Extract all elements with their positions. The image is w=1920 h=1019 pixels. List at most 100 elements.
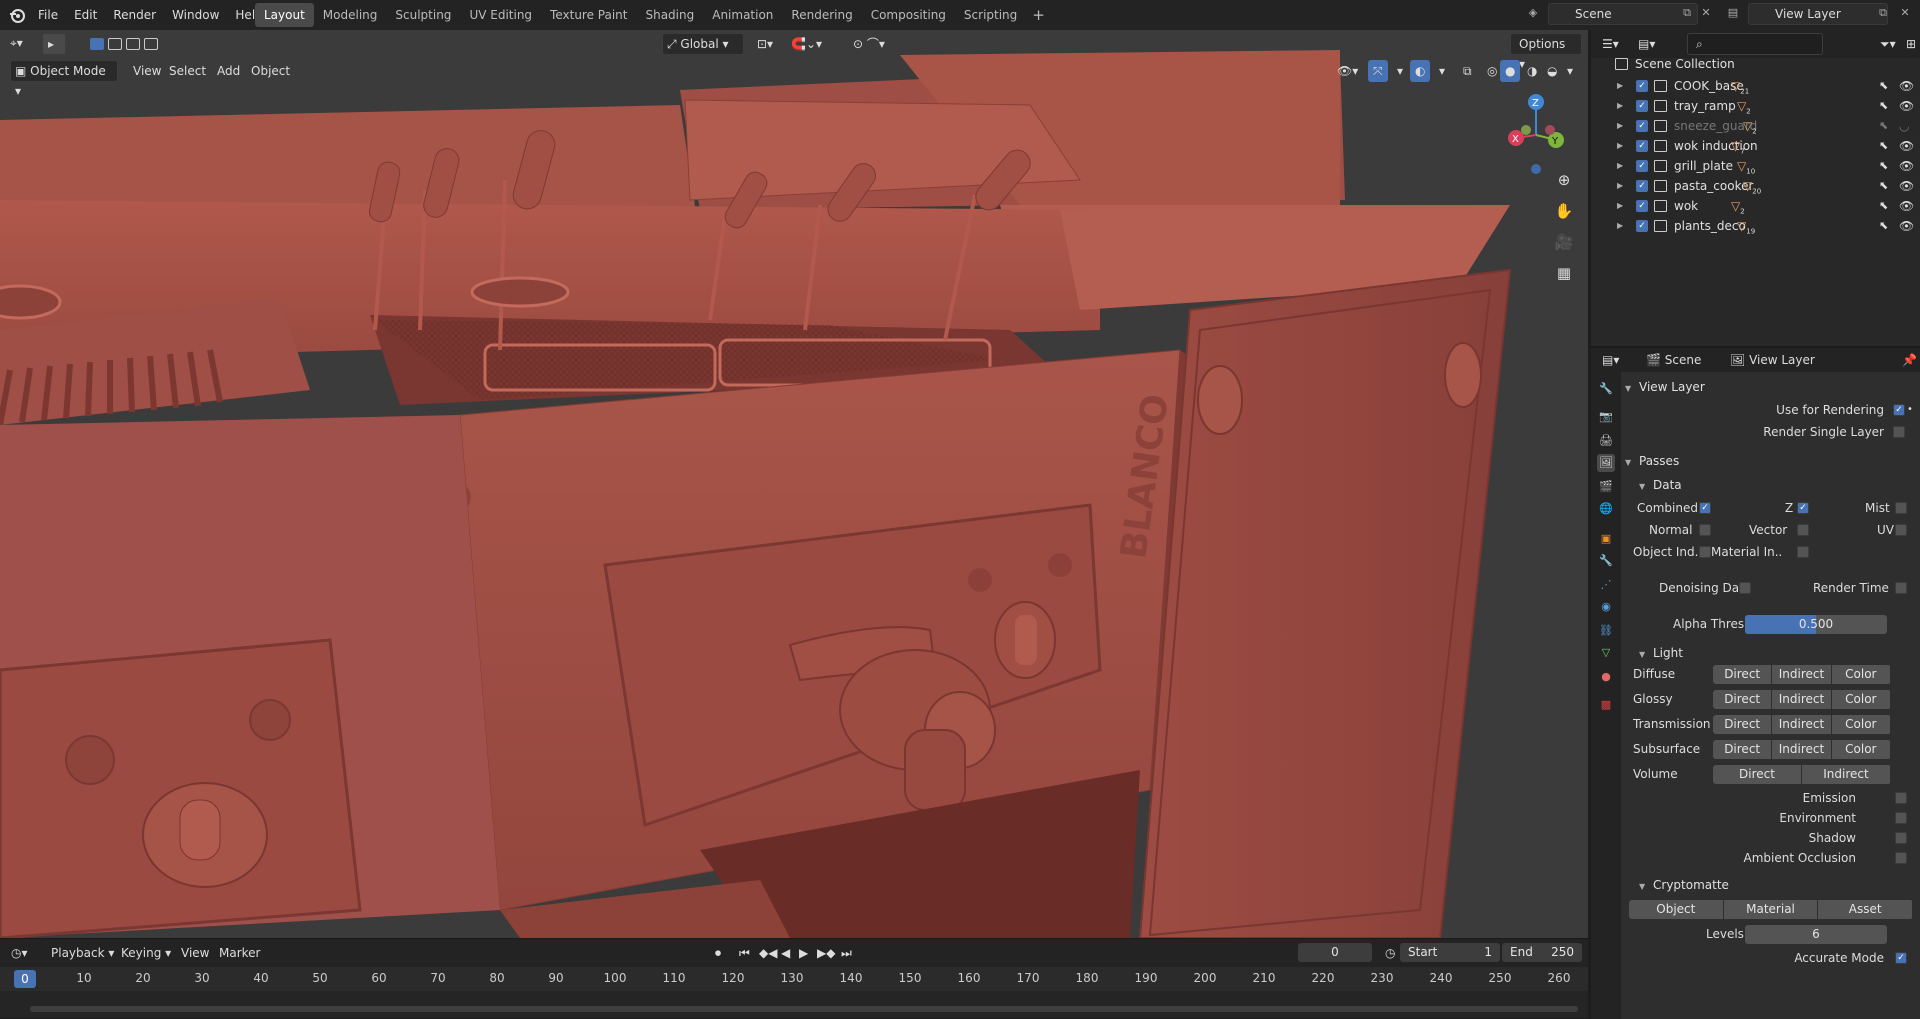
vector-checkbox[interactable] xyxy=(1797,524,1809,536)
outliner-item-wok[interactable]: ▶ ✓ wok ▽2 ⬉ 👁 xyxy=(1591,196,1920,216)
object-tab-icon[interactable]: ▣ xyxy=(1597,530,1615,548)
light-color-button[interactable]: Color xyxy=(1831,715,1890,734)
uv-checkbox[interactable] xyxy=(1895,524,1907,536)
expand-arrow-icon[interactable]: ▶ xyxy=(1617,96,1623,116)
viewlayer-breadcrumb[interactable]: 🖼 View Layer xyxy=(1725,349,1820,371)
crypto-object-button[interactable]: Object xyxy=(1629,900,1723,919)
light-indirect-button[interactable]: Indirect xyxy=(1802,765,1890,784)
outliner-item-plants-deco[interactable]: ▶ ✓ plants_deco ▽19 ⬉ 👁 xyxy=(1591,216,1920,236)
crypto-material-button[interactable]: Material xyxy=(1723,900,1818,919)
light-color-button[interactable]: Color xyxy=(1831,740,1890,759)
proportional-edit-icon[interactable]: ⊙ ⌒▾ xyxy=(848,33,890,55)
light-direct-button[interactable]: Direct xyxy=(1713,690,1772,709)
shading-solid-icon[interactable]: ● xyxy=(1500,60,1521,82)
3d-viewport[interactable]: BLANCO BLANCO ⌖▾ ▸ ⤢ Global ▾ ⊡▾ 🧲⌄▾ ⊙ ⌒… xyxy=(0,30,1588,938)
tab-layout[interactable]: Layout xyxy=(255,3,314,27)
data-subpanel-header[interactable]: ▼ Data xyxy=(1639,474,1920,496)
viewlayer-copy-icon[interactable]: ⧉ xyxy=(1872,3,1894,25)
jump-end-icon[interactable]: ⏭ xyxy=(836,942,857,964)
tab-uv-editing[interactable]: UV Editing xyxy=(460,3,541,27)
viewport-menu-add[interactable]: Add xyxy=(212,60,245,82)
alpha-threshold-slider[interactable]: 0.500 xyxy=(1745,615,1887,634)
exclude-checkbox[interactable]: ✓ xyxy=(1636,120,1648,132)
selectable-icon[interactable]: ⬉ xyxy=(1879,156,1888,176)
start-frame-field[interactable]: Start 1 xyxy=(1400,943,1500,962)
gizmo-neg-x[interactable] xyxy=(1545,125,1555,135)
combined-checkbox[interactable]: ✓ xyxy=(1699,502,1711,514)
filter-icon[interactable]: ⏷▾ xyxy=(1875,33,1901,55)
pin-icon[interactable]: 📌 xyxy=(1897,349,1920,371)
expand-arrow-icon[interactable]: ▶ xyxy=(1617,116,1623,136)
light-direct-button[interactable]: Direct xyxy=(1713,765,1801,784)
render-single-layer-checkbox[interactable] xyxy=(1893,426,1905,438)
options-dropdown[interactable]: Options ▾ xyxy=(1510,33,1582,71)
exclude-checkbox[interactable]: ✓ xyxy=(1636,160,1648,172)
timeline-menu-keying[interactable]: Keying ▾ xyxy=(116,942,176,964)
normal-checkbox[interactable] xyxy=(1699,524,1711,536)
pivot-point-icon[interactable]: ⊡▾ xyxy=(752,33,778,55)
modifier-tab-icon[interactable]: 🔧 xyxy=(1597,552,1615,570)
passes-panel-header[interactable]: ▼ Passes xyxy=(1625,450,1917,472)
world-tab-icon[interactable]: 🌐 xyxy=(1597,500,1615,518)
shadow-checkbox[interactable] xyxy=(1895,832,1907,844)
viewlayer-close-icon[interactable]: ✕ xyxy=(1894,3,1916,25)
select-new-icon[interactable] xyxy=(90,38,104,50)
menu-edit[interactable]: Edit xyxy=(66,1,105,29)
pan-hand-icon[interactable]: ✋ xyxy=(1550,197,1578,225)
particles-tab-icon[interactable]: ⋰ xyxy=(1597,576,1615,594)
material-index-checkbox[interactable] xyxy=(1797,546,1809,558)
menu-file[interactable]: File xyxy=(30,1,66,29)
material-tab-icon[interactable]: ● xyxy=(1597,668,1615,686)
tool-tab-icon[interactable]: 🔧 xyxy=(1597,380,1615,398)
play-icon[interactable]: ▶ xyxy=(794,942,813,964)
selectable-icon[interactable]: ⬉ xyxy=(1879,176,1888,196)
outliner-item-grill-plate[interactable]: ▶ ✓ grill_plate ▽10 ⬉ 👁 xyxy=(1591,156,1920,176)
mode-dropdown[interactable]: ▣ Object Mode ▾ xyxy=(10,60,118,98)
expand-arrow-icon[interactable]: ▶ xyxy=(1617,136,1623,156)
scene-tab-icon[interactable]: 🎬 xyxy=(1597,478,1615,496)
new-collection-icon[interactable]: ⊞ xyxy=(1901,33,1920,55)
transform-orientation-dropdown[interactable]: ⤢ Global ▾ xyxy=(662,33,744,55)
expand-arrow-icon[interactable]: ▶ xyxy=(1617,76,1623,96)
tab-shading[interactable]: Shading xyxy=(636,3,703,27)
light-indirect-button[interactable]: Indirect xyxy=(1772,690,1831,709)
visibility-eye-icon[interactable]: 👁 xyxy=(1899,216,1914,236)
object-index-checkbox[interactable] xyxy=(1699,546,1711,558)
timeline-editor-type-icon[interactable]: ◷▾ xyxy=(6,942,33,964)
exclude-checkbox[interactable]: ✓ xyxy=(1636,80,1648,92)
camera-view-icon[interactable]: 🎥 xyxy=(1550,228,1578,256)
shading-dropdown-icon[interactable]: ▾ xyxy=(1562,60,1578,82)
mist-checkbox[interactable] xyxy=(1895,502,1907,514)
output-tab-icon[interactable]: 🖨 xyxy=(1597,432,1615,450)
levels-field[interactable]: 6 xyxy=(1745,925,1887,944)
outliner-item-COOK-base[interactable]: ▶ ✓ COOK_base ▽21 ⬉ 👁 xyxy=(1591,76,1920,96)
select-intersect-icon[interactable] xyxy=(144,38,158,50)
tab-sculpting[interactable]: Sculpting xyxy=(386,3,460,27)
shading-rendered-icon[interactable]: ◒ xyxy=(1542,60,1562,82)
tab-modeling[interactable]: Modeling xyxy=(314,3,387,27)
visibility-eye-icon[interactable]: 👁 xyxy=(1899,76,1914,96)
properties-editor-type-icon[interactable]: ▤▾ xyxy=(1597,349,1624,371)
selectable-icon[interactable]: ⬉ xyxy=(1879,116,1888,136)
exclude-checkbox[interactable]: ✓ xyxy=(1636,200,1648,212)
light-indirect-button[interactable]: Indirect xyxy=(1772,715,1831,734)
environment-checkbox[interactable] xyxy=(1895,812,1907,824)
viewport-menu-view[interactable]: View xyxy=(128,60,166,82)
snap-icon[interactable]: 🧲⌄▾ xyxy=(786,33,827,55)
light-indirect-button[interactable]: Indirect xyxy=(1772,665,1831,684)
menu-render[interactable]: Render xyxy=(105,1,164,29)
expand-arrow-icon[interactable]: ▶ xyxy=(1617,216,1623,236)
perspective-grid-icon[interactable]: ▦ xyxy=(1550,259,1578,287)
scene-browse-icon[interactable]: ◈ xyxy=(1522,3,1544,25)
exclude-checkbox[interactable]: ✓ xyxy=(1636,220,1648,232)
gizmo-toggle-icon[interactable]: ⤧ xyxy=(1368,60,1388,82)
view-layer-tab-icon[interactable]: 🖼 xyxy=(1597,454,1615,472)
constraints-tab-icon[interactable]: ⛓ xyxy=(1597,622,1615,640)
visibility-eye-icon[interactable]: 👁 xyxy=(1899,136,1914,156)
texture-tab-icon[interactable]: ▩ xyxy=(1597,696,1615,714)
visibility-eye-icon[interactable]: 👁 xyxy=(1899,156,1914,176)
gizmo-neg-z[interactable] xyxy=(1531,164,1541,174)
light-color-button[interactable]: Color xyxy=(1831,665,1890,684)
zoom-icon[interactable]: ⊕ xyxy=(1550,166,1578,194)
selectable-icon[interactable]: ⬉ xyxy=(1879,76,1888,96)
